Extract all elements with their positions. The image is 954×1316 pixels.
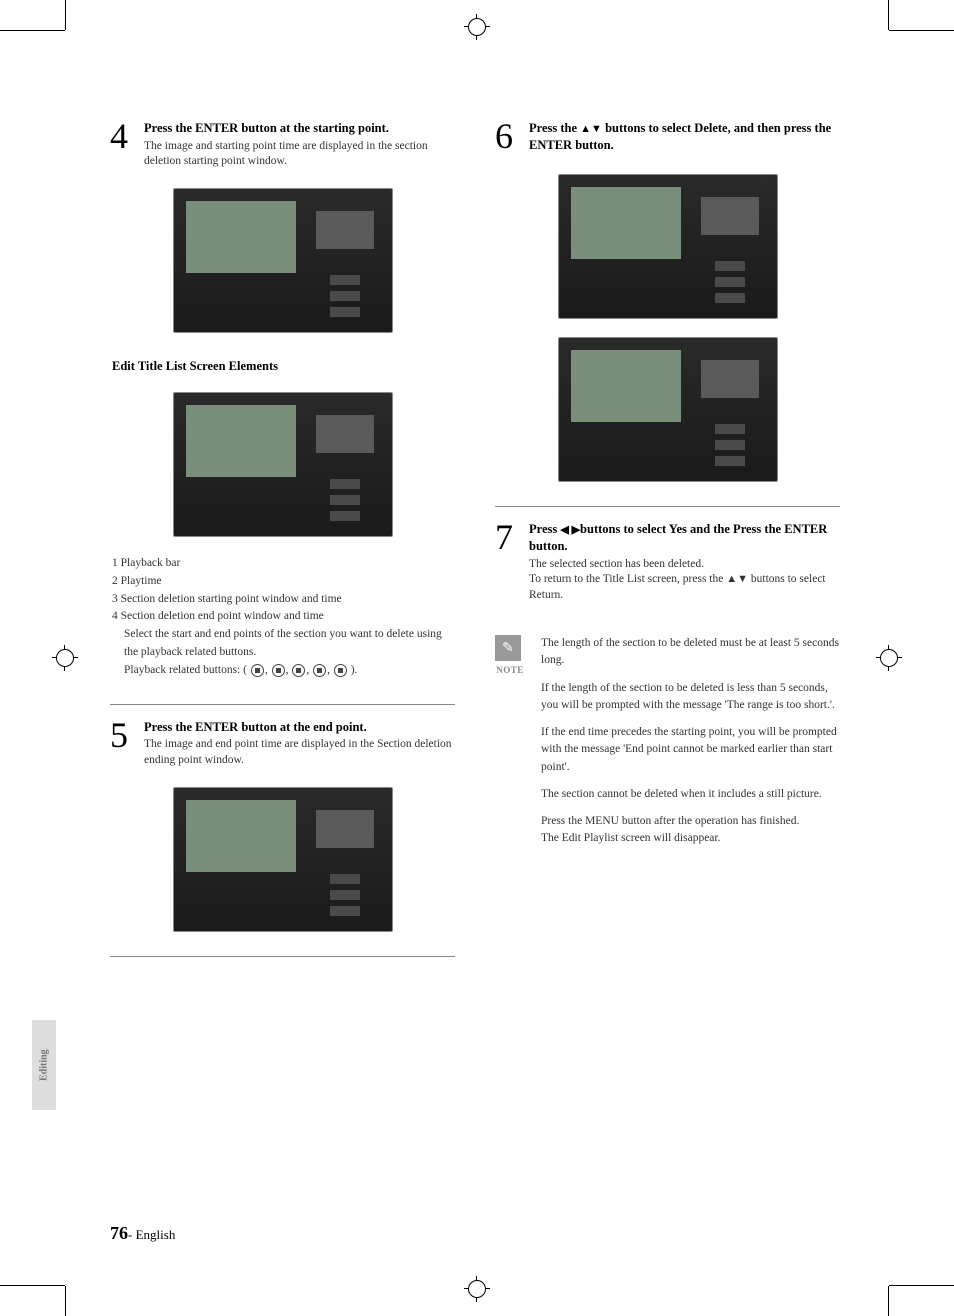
- ui-screenshot-placeholder: [173, 787, 393, 932]
- ui-screenshot-placeholder: [173, 392, 393, 537]
- registration-mark: [464, 1276, 490, 1302]
- divider: [495, 506, 840, 507]
- legend-item: 1 Playback bar: [112, 555, 455, 573]
- text: To return to the Title List screen, pres…: [529, 573, 726, 585]
- note-block: ✎ NOTE The length of the section to be d…: [495, 635, 840, 858]
- step-number: 5: [110, 719, 134, 769]
- text: The Edit Playlist screen will disappear.: [541, 832, 721, 844]
- step-body-text: The image and end point time are display…: [144, 737, 455, 768]
- crop-mark: [0, 30, 65, 31]
- step-body-text: The image and starting point time are di…: [144, 139, 455, 170]
- crop-mark: [889, 1285, 954, 1286]
- crop-mark: [888, 0, 889, 30]
- step-4: 4 Press the ENTER button at the starting…: [110, 120, 455, 170]
- crop-mark: [888, 1286, 889, 1316]
- note-icon: ✎: [495, 635, 521, 661]
- text: Press the MENU button after the operatio…: [541, 815, 799, 827]
- legend-subtext: Playback related buttons: ( , , , , ).: [124, 662, 455, 680]
- left-right-arrows-icon: ◀ ▶: [560, 524, 580, 536]
- step-title: Press the ▲▼ buttons to select Delete, a…: [529, 120, 840, 154]
- footer-separator: -: [128, 1227, 136, 1242]
- step-body-text: To return to the Title List screen, pres…: [529, 572, 840, 603]
- up-down-arrows-icon: ▲▼: [580, 123, 602, 135]
- section-tab: Editing: [32, 1020, 56, 1110]
- legend-item: 4 Section deletion end point window and …: [112, 608, 455, 626]
- playback-icon: [272, 664, 285, 677]
- step-7: 7 Press ◀ ▶buttons to select Yes and the…: [495, 521, 840, 603]
- legend-list: 1 Playback bar 2 Playtime 3 Section dele…: [112, 555, 455, 680]
- page-footer: 76- English: [110, 1223, 175, 1244]
- registration-mark: [52, 645, 78, 671]
- left-column: 4 Press the ENTER button at the starting…: [110, 120, 455, 971]
- ui-screenshot-placeholder: [173, 188, 393, 333]
- note-text: The length of the section to be deleted …: [541, 635, 840, 670]
- step-number: 6: [495, 120, 519, 156]
- section-heading: Edit Title List Screen Elements: [112, 359, 455, 374]
- ui-screenshot-placeholder: [558, 337, 778, 482]
- up-down-arrows-icon: ▲▼: [726, 573, 748, 585]
- legend-item: 2 Playtime: [112, 573, 455, 591]
- note-text: Press the MENU button after the operatio…: [541, 813, 840, 848]
- registration-mark: [876, 645, 902, 671]
- legend-item: 3 Section deletion starting point window…: [112, 591, 455, 609]
- playback-icon: [251, 664, 264, 677]
- step-title: Press the ENTER button at the end point.: [144, 719, 455, 736]
- divider: [110, 704, 455, 705]
- crop-mark: [65, 1286, 66, 1316]
- note-text: If the end time precedes the starting po…: [541, 724, 840, 776]
- step-5: 5 Press the ENTER button at the end poin…: [110, 719, 455, 769]
- playback-icon: [334, 664, 347, 677]
- ui-screenshot-placeholder: [558, 174, 778, 319]
- step-body-text: The selected section has been deleted.: [529, 557, 840, 573]
- step-6: 6 Press the ▲▼ buttons to select Delete,…: [495, 120, 840, 156]
- note-text: The section cannot be deleted when it in…: [541, 786, 840, 803]
- text: ).: [351, 664, 358, 676]
- crop-mark: [65, 0, 66, 30]
- registration-mark: [464, 14, 490, 40]
- step-number: 4: [110, 120, 134, 170]
- crop-mark: [0, 1285, 65, 1286]
- playback-icon: [313, 664, 326, 677]
- note-text: If the length of the section to be delet…: [541, 680, 840, 715]
- text: Press: [529, 522, 560, 536]
- step-title: Press ◀ ▶buttons to select Yes and the P…: [529, 521, 840, 555]
- page-content: 4 Press the ENTER button at the starting…: [110, 120, 840, 971]
- text: Press the: [529, 121, 580, 135]
- divider: [110, 956, 455, 957]
- legend-subtext: Select the start and end points of the s…: [124, 626, 455, 662]
- text: Playback related buttons: (: [124, 664, 247, 676]
- step-title: Press the ENTER button at the starting p…: [144, 120, 455, 137]
- crop-mark: [889, 30, 954, 31]
- playback-icon: [292, 664, 305, 677]
- step-number: 7: [495, 521, 519, 603]
- page-number: 76: [110, 1223, 128, 1243]
- right-column: 6 Press the ▲▼ buttons to select Delete,…: [495, 120, 840, 971]
- note-label: NOTE: [495, 665, 525, 675]
- footer-language: English: [136, 1227, 176, 1242]
